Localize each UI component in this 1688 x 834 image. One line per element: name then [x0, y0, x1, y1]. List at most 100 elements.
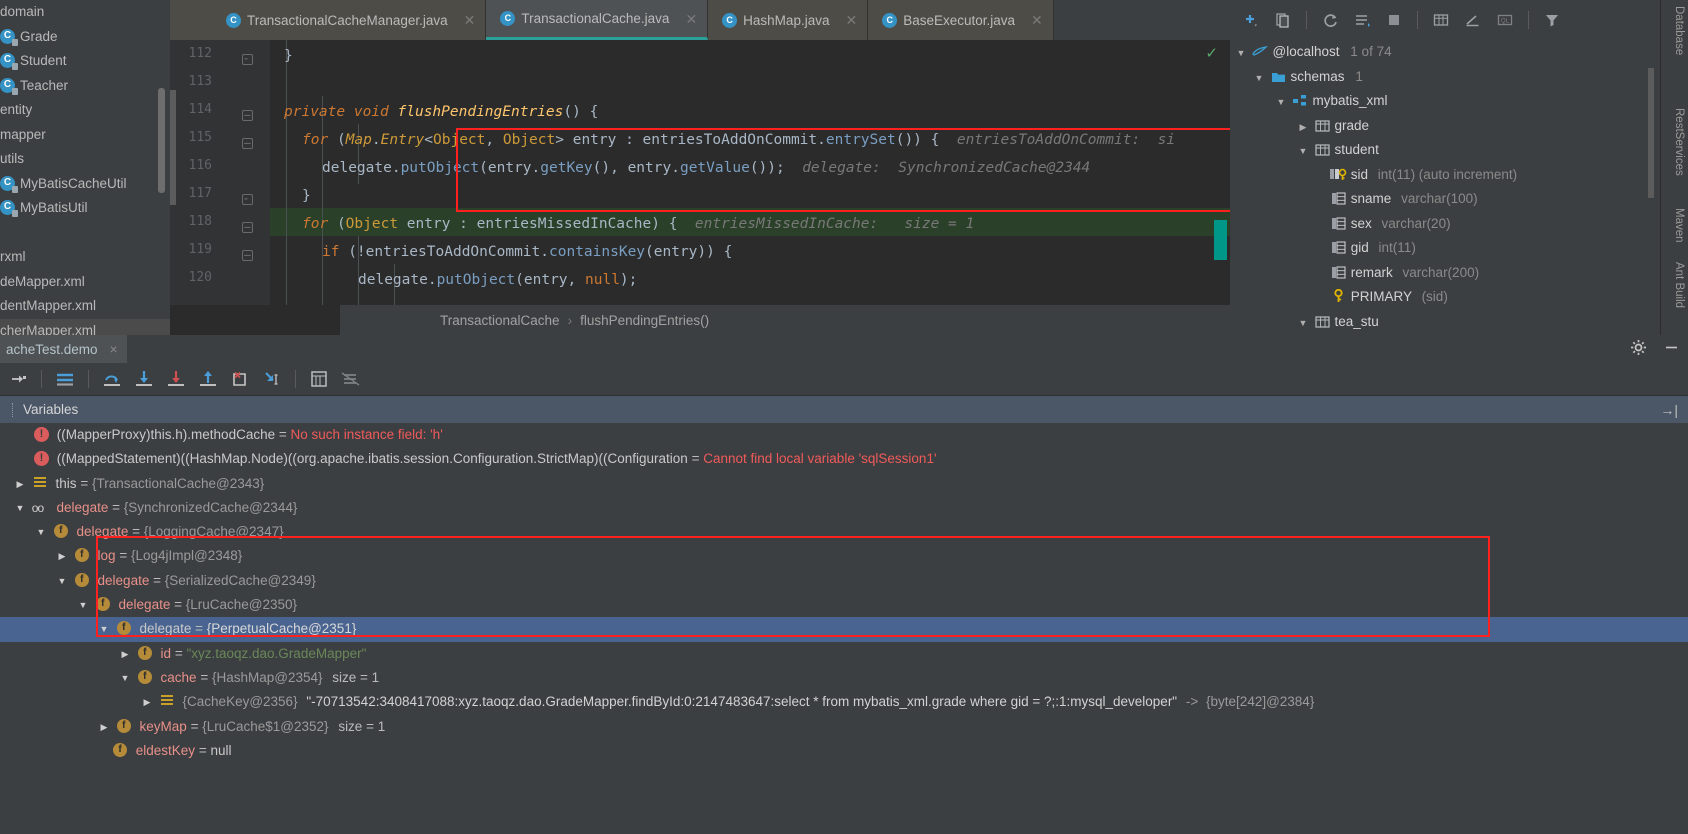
chevron-down-icon[interactable]: ▼	[1274, 90, 1288, 115]
project-tree-panel[interactable]: domain Grade Student Teacher entity mapp…	[0, 0, 170, 335]
project-tree-item[interactable]: domain	[0, 0, 170, 25]
evaluate-expression-icon[interactable]	[305, 366, 333, 392]
db-node-student[interactable]: ▼ student	[1230, 138, 1660, 163]
variable-row-error-methodcache[interactable]: ((MapperProxy)this.h).methodCache = No s…	[0, 423, 1688, 447]
debug-session-tab[interactable]: acheTest.demo ×	[0, 335, 128, 363]
db-column-remark[interactable]: remark varchar(200)	[1230, 261, 1660, 286]
variable-row-eldestkey[interactable]: eldestKey = null	[0, 739, 1688, 763]
expand-panel-icon[interactable]: →|	[1660, 402, 1678, 418]
editor-tab-hashmap[interactable]: HashMap.java ✕	[708, 0, 869, 40]
chevron-down-icon[interactable]: ▼	[75, 593, 91, 617]
show-execution-point-icon[interactable]	[4, 366, 32, 392]
filter-icon[interactable]	[1539, 7, 1565, 33]
database-tree-scrollbar[interactable]	[1648, 68, 1654, 198]
chevron-down-icon[interactable]: ▼	[1296, 311, 1310, 336]
project-tree-item[interactable]: mapper	[0, 123, 170, 148]
minimize-icon[interactable]	[1663, 339, 1680, 359]
db-node-localhost[interactable]: ▼ @localhost 1 of 74	[1230, 40, 1660, 65]
editor-gutter[interactable]: 112 113 114 115 116 117 118 119 120 ╴ ─ …	[170, 40, 270, 305]
chevron-right-icon[interactable]: ▶	[1296, 115, 1310, 140]
fold-toggle-icon[interactable]: ─	[242, 222, 253, 233]
fold-toggle-icon[interactable]: ─	[242, 110, 253, 121]
project-tree-scrollbar[interactable]	[158, 88, 165, 193]
stop-icon[interactable]	[1381, 7, 1407, 33]
sync-icon[interactable]	[1349, 7, 1375, 33]
frames-icon[interactable]	[51, 366, 79, 392]
sql-icon[interactable]: QL	[1492, 7, 1518, 33]
variable-row-error-mappedstatement[interactable]: ((MappedStatement)((HashMap.Node)((org.a…	[0, 447, 1688, 471]
step-into-icon[interactable]	[130, 366, 158, 392]
chevron-down-icon[interactable]: ▼	[1252, 66, 1266, 91]
fold-toggle-icon[interactable]: ─	[242, 138, 253, 149]
db-node-schemas[interactable]: ▼ schemas 1	[1230, 65, 1660, 90]
drag-handle[interactable]	[12, 402, 15, 417]
close-icon[interactable]: ✕	[845, 13, 857, 27]
chevron-right-icon[interactable]: ▶	[54, 544, 70, 568]
db-column-sex[interactable]: sex varchar(20)	[1230, 212, 1660, 237]
project-tree-item[interactable]: utils	[0, 147, 170, 172]
table-icon[interactable]	[1428, 7, 1454, 33]
fold-toggle-icon[interactable]: ─	[242, 250, 253, 261]
project-tree-item[interactable]: MyBatisUtil	[0, 196, 170, 221]
refresh-icon[interactable]	[1317, 7, 1343, 33]
project-tree-item[interactable]: MyBatisCacheUtil	[0, 172, 170, 197]
project-tree-item[interactable]: Teacher	[0, 74, 170, 99]
variable-row-this[interactable]: ▶ this = {TransactionalCache@2343}	[0, 472, 1688, 496]
variable-row-delegate-synchronized[interactable]: ▼ oo delegate = {SynchronizedCache@2344}	[0, 496, 1688, 520]
close-icon[interactable]: ✕	[685, 12, 697, 26]
db-column-sname[interactable]: sname varchar(100)	[1230, 187, 1660, 212]
tool-tab-restservices[interactable]: RestServices	[1673, 108, 1685, 176]
gear-icon[interactable]	[1630, 339, 1647, 359]
database-tree[interactable]: ▼ @localhost 1 of 74 ▼ schemas 1 ▼ mybat…	[1230, 40, 1660, 335]
chevron-down-icon[interactable]: ▼	[1296, 139, 1310, 164]
fold-end-icon[interactable]: ╴	[242, 54, 253, 65]
breadcrumb-method[interactable]: flushPendingEntries()	[580, 313, 709, 328]
tool-tab-maven[interactable]: Maven	[1673, 208, 1685, 243]
fold-end-icon[interactable]: ╴	[242, 194, 253, 205]
project-tree-item[interactable]: Grade	[0, 25, 170, 50]
chevron-down-icon[interactable]: ▼	[33, 520, 49, 544]
run-to-cursor-icon[interactable]	[258, 366, 286, 392]
chevron-right-icon[interactable]: ▶	[117, 642, 133, 666]
db-node-mybatis-xml[interactable]: ▼ mybatis_xml	[1230, 89, 1660, 114]
chevron-down-icon[interactable]: ▼	[1234, 41, 1248, 66]
step-over-icon[interactable]	[98, 366, 126, 392]
step-out-icon[interactable]	[194, 366, 222, 392]
variable-row-cache[interactable]: ▼ cache = {HashMap@2354} size = 1	[0, 666, 1688, 690]
db-key-primary[interactable]: PRIMARY (sid)	[1230, 285, 1660, 310]
project-tree-item[interactable]: cherMapper.xml	[0, 318, 170, 335]
close-icon[interactable]: ✕	[464, 13, 476, 27]
project-tree-item[interactable]: deMapper.xml	[0, 270, 170, 295]
code-editor[interactable]: 112 113 114 115 116 117 118 119 120 ╴ ─ …	[170, 40, 1230, 305]
chevron-right-icon[interactable]: ▶	[12, 472, 28, 496]
variable-row-cachekey-entry[interactable]: ▶ {CacheKey@2356} "-70713542:3408417088:…	[0, 690, 1688, 714]
chevron-down-icon[interactable]: ▼	[54, 569, 70, 593]
variable-row-keymap[interactable]: ▶ keyMap = {LruCache$1@2352} size = 1	[0, 715, 1688, 739]
editor-tab-baseexecutor[interactable]: BaseExecutor.java ✕	[868, 0, 1054, 40]
add-icon[interactable]	[1238, 7, 1264, 33]
db-node-tea-stu[interactable]: ▼ tea_stu	[1230, 310, 1660, 335]
chevron-right-icon[interactable]: ▶	[139, 690, 155, 714]
tool-tab-database[interactable]: Database	[1673, 6, 1685, 55]
variable-row-id[interactable]: ▶ id = "xyz.taoqz.dao.GradeMapper"	[0, 642, 1688, 666]
copy-icon[interactable]	[1270, 7, 1296, 33]
db-column-gid[interactable]: gid int(11)	[1230, 236, 1660, 261]
chevron-down-icon[interactable]: ▼	[117, 666, 133, 690]
close-icon[interactable]: ✕	[1031, 13, 1043, 27]
edit-icon[interactable]	[1460, 7, 1486, 33]
close-icon[interactable]: ×	[110, 342, 118, 357]
project-tree-item[interactable]: dentMapper.xml	[0, 294, 170, 319]
inspection-ok-icon[interactable]: ✓	[1205, 44, 1218, 62]
editor-tab-transactionalcache[interactable]: TransactionalCache.java ✕	[486, 0, 709, 40]
mute-breakpoints-icon[interactable]	[337, 366, 365, 392]
project-tree-item[interactable]: Student	[0, 49, 170, 74]
breadcrumb-class[interactable]: TransactionalCache	[440, 313, 560, 328]
db-column-sid[interactable]: sid int(11) (auto increment)	[1230, 163, 1660, 188]
chevron-right-icon[interactable]: ▶	[96, 715, 112, 739]
project-tree-item[interactable]: rxml	[0, 245, 170, 270]
editor-vertical-scrollbar[interactable]	[170, 90, 176, 205]
db-node-grade[interactable]: ▶ grade	[1230, 114, 1660, 139]
chevron-down-icon[interactable]: ▼	[12, 496, 28, 520]
drop-frame-icon[interactable]	[226, 366, 254, 392]
force-step-into-icon[interactable]	[162, 366, 190, 392]
